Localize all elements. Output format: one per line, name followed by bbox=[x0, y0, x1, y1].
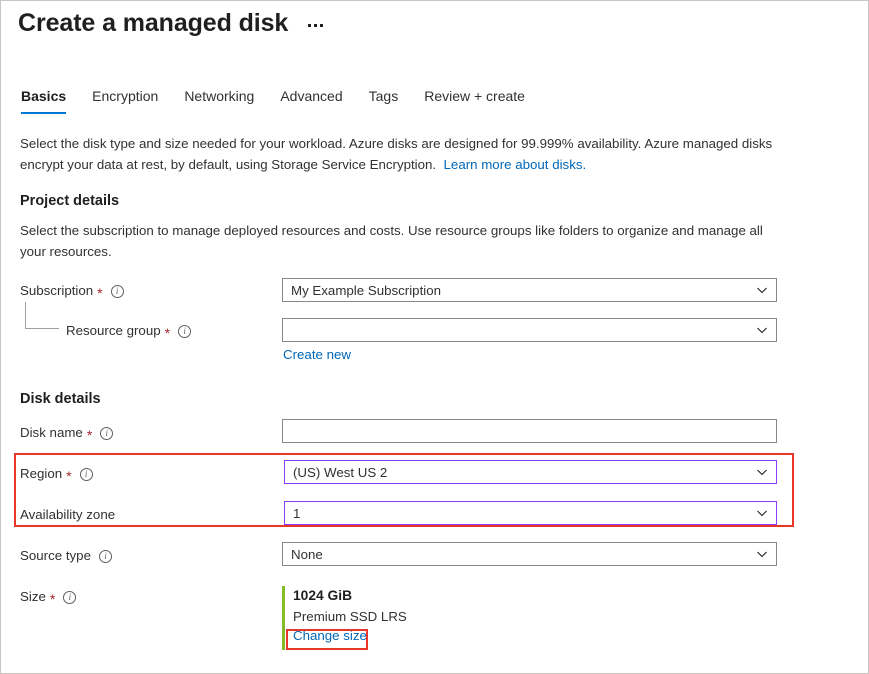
more-options-icon[interactable] bbox=[306, 21, 325, 30]
blade-description: Select the disk type and size needed for… bbox=[20, 133, 780, 175]
info-icon[interactable]: i bbox=[80, 468, 93, 481]
chevron-down-icon bbox=[756, 507, 768, 519]
disk-name-required-asterisk: * bbox=[87, 430, 92, 440]
ellipsis-dot bbox=[314, 24, 317, 27]
disk-name-label-text: Disk name bbox=[20, 424, 83, 442]
resource-group-required-asterisk: * bbox=[165, 328, 170, 338]
change-size-link[interactable]: Change size bbox=[293, 627, 367, 645]
tab-basics[interactable]: Basics bbox=[19, 87, 79, 114]
blade-tabs: Basics Encryption Networking Advanced Ta… bbox=[19, 87, 538, 114]
subscription-label: Subscription * i bbox=[20, 282, 124, 300]
ellipsis-dot bbox=[308, 24, 311, 27]
blade-description-text: Select the disk type and size needed for… bbox=[20, 136, 772, 172]
tab-encryption[interactable]: Encryption bbox=[79, 87, 171, 114]
region-label: Region * i bbox=[20, 465, 93, 483]
resource-group-tree-connector bbox=[25, 302, 59, 329]
disk-name-label: Disk name * i bbox=[20, 424, 113, 442]
chevron-down-icon bbox=[756, 324, 768, 336]
blade-header: Create a managed disk bbox=[18, 7, 325, 39]
source-type-value: None bbox=[291, 547, 750, 562]
size-required-asterisk: * bbox=[50, 594, 55, 604]
region-value: (US) West US 2 bbox=[293, 465, 750, 480]
size-label: Size * i bbox=[20, 588, 76, 606]
subscription-required-asterisk: * bbox=[97, 288, 102, 298]
info-icon[interactable]: i bbox=[63, 591, 76, 604]
size-value: 1024 GiB bbox=[293, 586, 582, 606]
disk-name-input[interactable] bbox=[282, 419, 777, 443]
source-type-dropdown[interactable]: None bbox=[282, 542, 777, 566]
tab-advanced[interactable]: Advanced bbox=[267, 87, 355, 114]
ellipsis-dot bbox=[320, 24, 323, 27]
project-details-heading: Project details bbox=[20, 191, 119, 211]
tab-review-create[interactable]: Review + create bbox=[411, 87, 538, 114]
size-sku: Premium SSD LRS bbox=[293, 606, 582, 627]
region-dropdown[interactable]: (US) West US 2 bbox=[284, 460, 777, 484]
resource-group-label-text: Resource group bbox=[66, 322, 161, 340]
info-icon[interactable]: i bbox=[178, 325, 191, 338]
size-label-text: Size bbox=[20, 588, 46, 606]
tab-tags[interactable]: Tags bbox=[356, 87, 412, 114]
chevron-down-icon bbox=[756, 284, 768, 296]
info-icon[interactable]: i bbox=[100, 427, 113, 440]
create-new-resource-group-link[interactable]: Create new bbox=[283, 346, 351, 364]
subscription-value: My Example Subscription bbox=[291, 283, 750, 298]
source-type-label-text: Source type bbox=[20, 547, 91, 565]
source-type-label: Source type i bbox=[20, 547, 112, 565]
size-summary: 1024 GiB Premium SSD LRS Change size bbox=[282, 586, 582, 650]
info-icon[interactable]: i bbox=[99, 550, 112, 563]
learn-more-about-disks-link[interactable]: Learn more about disks. bbox=[444, 157, 587, 172]
availability-zone-value: 1 bbox=[293, 506, 750, 521]
project-details-description: Select the subscription to manage deploy… bbox=[20, 220, 782, 262]
availability-zone-dropdown[interactable]: 1 bbox=[284, 501, 777, 525]
disk-details-heading: Disk details bbox=[20, 389, 101, 409]
subscription-dropdown[interactable]: My Example Subscription bbox=[282, 278, 777, 302]
region-label-text: Region bbox=[20, 465, 62, 483]
resource-group-dropdown[interactable] bbox=[282, 318, 777, 342]
info-icon[interactable]: i bbox=[111, 285, 124, 298]
tab-networking[interactable]: Networking bbox=[171, 87, 267, 114]
create-managed-disk-blade: Create a managed disk Basics Encryption … bbox=[0, 0, 869, 674]
subscription-label-text: Subscription bbox=[20, 282, 93, 300]
chevron-down-icon bbox=[756, 548, 768, 560]
page-title: Create a managed disk bbox=[18, 7, 288, 39]
chevron-down-icon bbox=[756, 466, 768, 478]
resource-group-label: Resource group * i bbox=[66, 322, 191, 340]
size-accent-bar bbox=[282, 586, 285, 650]
availability-zone-label-text: Availability zone bbox=[20, 506, 115, 524]
region-required-asterisk: * bbox=[66, 471, 71, 481]
availability-zone-label: Availability zone bbox=[20, 506, 115, 524]
